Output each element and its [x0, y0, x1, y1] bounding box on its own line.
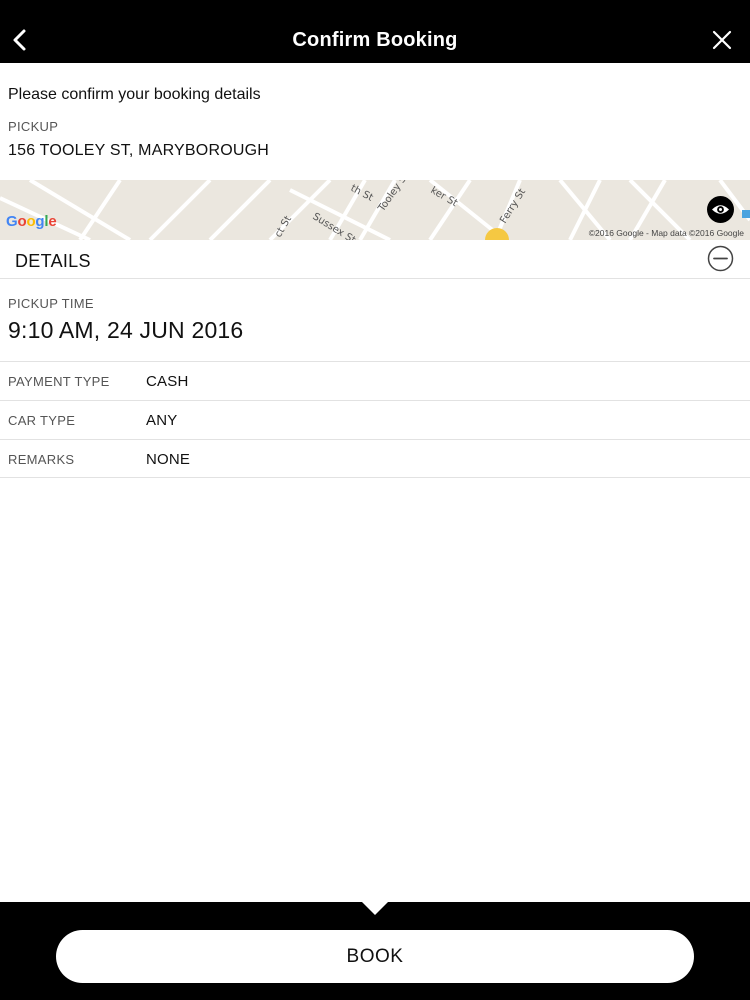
pickup-label: PICKUP [8, 119, 59, 134]
pickup-time-label: PICKUP TIME [8, 296, 94, 311]
top-bar: Confirm Booking [0, 0, 750, 63]
eye-icon [712, 205, 729, 214]
pickup-time-value: 9:10 AM, 24 JUN 2016 [8, 317, 244, 343]
confirm-instructions: Please confirm your booking details [8, 86, 261, 103]
detail-label: CAR TYPE [8, 413, 76, 428]
detail-value: CASH [146, 373, 189, 390]
detail-row-car-type: CAR TYPE ANY [0, 400, 750, 439]
collapse-details-button[interactable] [707, 245, 734, 272]
google-logo: Google [6, 213, 57, 230]
detail-value: ANY [146, 412, 178, 429]
street-label: ct St [273, 214, 294, 239]
book-button[interactable]: BOOK [56, 930, 694, 983]
close-icon [712, 30, 732, 50]
detail-value: NONE [146, 451, 191, 468]
street-label: Tooley St [376, 180, 411, 215]
map-credit: ©2016 Google - Map data ©2016 Google [588, 228, 744, 238]
details-section-header: DETAILS [0, 240, 750, 279]
pickup-address: 156 TOOLEY ST, MARYBOROUGH [8, 142, 269, 159]
detail-row-payment-type: PAYMENT TYPE CASH [0, 361, 750, 400]
detail-label: PAYMENT TYPE [8, 374, 110, 389]
page-title: Confirm Booking [292, 29, 458, 51]
minus-circle-icon [707, 245, 734, 272]
details-title: DETAILS [15, 251, 91, 271]
bottom-bar: BOOK [0, 901, 750, 1000]
detail-label: REMARKS [8, 452, 75, 467]
close-button[interactable] [708, 26, 736, 54]
details-list: PAYMENT TYPE CASH CAR TYPE ANY REMARKS N… [0, 361, 750, 478]
detail-row-remarks: REMARKS NONE [0, 439, 750, 478]
notch-indicator [361, 901, 389, 915]
view-map-button[interactable] [707, 196, 734, 223]
